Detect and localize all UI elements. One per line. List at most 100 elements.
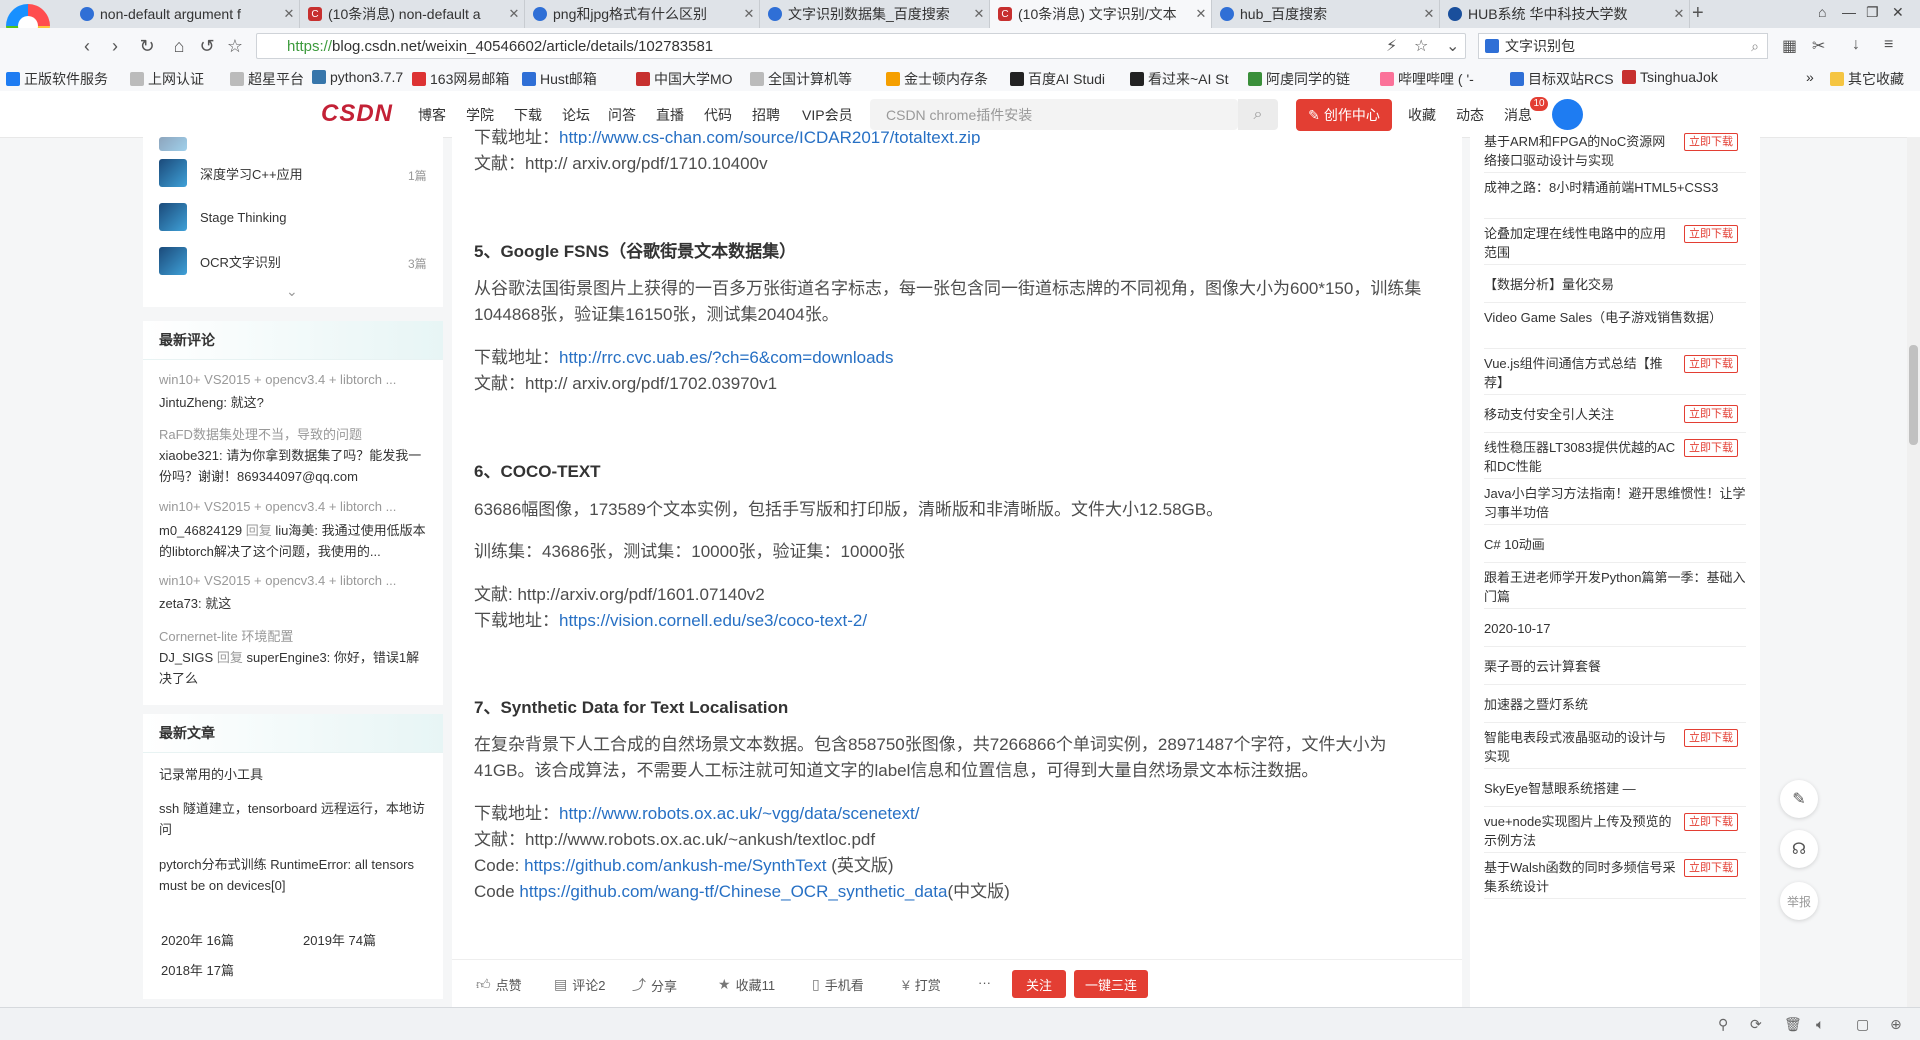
url-bar[interactable]: https://blog.csdn.net/weixin_40546602/ar… — [256, 33, 1466, 59]
close-tab-icon[interactable]: ✕ — [1419, 6, 1439, 22]
star-icon[interactable]: ☆ — [224, 36, 246, 57]
download-now-button[interactable]: 立即下载 — [1684, 813, 1738, 831]
comment-button[interactable]: ▤ 评论2 — [554, 975, 605, 994]
recommend-item[interactable]: C# 10动画 — [1484, 525, 1746, 563]
bookmark-item[interactable]: 其它收藏 — [1830, 69, 1904, 89]
archive-2019[interactable]: 2019年 74篇 — [303, 930, 376, 949]
recommend-item[interactable]: 栗子哥的云计算套餐 — [1484, 647, 1746, 685]
follow-button[interactable]: 关注 — [1012, 970, 1066, 998]
scissors-icon[interactable]: ✂ — [1812, 36, 1825, 56]
recommend-item[interactable]: 智能电表段式液晶驱动的设计与实现 立即下载 — [1484, 723, 1746, 769]
window-icon[interactable]: ▢ — [1856, 1016, 1869, 1033]
bookmark-item[interactable]: 看过来~AI St — [1130, 69, 1229, 89]
comment-article-title[interactable]: win10+ VS2015 + opencv3.4 + libtorch ... — [159, 372, 429, 387]
bookmark-item[interactable]: 163网易邮箱 — [412, 69, 509, 89]
latest-article-link[interactable]: ssh 隧道建立，tensorboard 远程运行，本地访问 — [159, 798, 431, 840]
chevron-down-icon[interactable]: ⌄ — [286, 283, 298, 300]
bookmark-item[interactable]: python3.7.7 — [312, 69, 403, 85]
column-item[interactable]: 深度学习C++应用 — [159, 159, 303, 187]
pin-icon[interactable]: ⚲ — [1718, 1016, 1728, 1033]
home-icon[interactable]: ⌂ — [168, 36, 190, 57]
close-tab-icon[interactable]: ✕ — [969, 6, 989, 22]
volume-icon[interactable]: 🔈︎ — [1816, 1016, 1824, 1033]
download-icon[interactable]: ↓ — [1852, 36, 1860, 54]
like-button[interactable]: 👍︎ 点赞 — [476, 975, 522, 994]
code-link[interactable]: https://github.com/ankush-me/SynthText — [524, 856, 826, 875]
header-nav-link[interactable]: VIP会员 — [802, 105, 853, 125]
close-tab-icon[interactable]: ✕ — [279, 6, 299, 22]
close-window-button[interactable]: ✕ — [1892, 4, 1904, 21]
recommend-item[interactable]: 成神之路：8小时精通前端HTML5+CSS3 — [1484, 173, 1746, 219]
download-now-button[interactable]: 立即下载 — [1684, 729, 1738, 747]
recommend-item[interactable]: SkyEye智慧眼系统搭建 — — [1484, 769, 1746, 807]
download-now-button[interactable]: 立即下载 — [1684, 859, 1738, 877]
latest-article-link[interactable]: 记录常用的小工具 — [159, 764, 431, 785]
recommend-item[interactable]: 加速器之暨灯系统 — [1484, 685, 1746, 723]
mobile-view-button[interactable]: ▯ 手机看 — [812, 975, 864, 994]
pin-icon[interactable]: ⌂ — [1818, 4, 1826, 20]
bookmark-item[interactable]: 超星平台 — [230, 69, 304, 89]
zoom-icon[interactable]: ⊕ — [1890, 1016, 1902, 1033]
bookmarks-overflow-icon[interactable]: » — [1806, 69, 1814, 85]
comment-body[interactable]: JintuZheng: 就这? — [159, 392, 431, 413]
dropdown-icon[interactable]: ⌄ — [1446, 36, 1459, 56]
bookmark-item[interactable]: 全国计算机等 — [750, 69, 852, 89]
column-item[interactable]: OCR文字识别 — [159, 247, 281, 275]
headset-icon[interactable]: ☊ — [1780, 830, 1818, 868]
header-nav-link[interactable]: 下载 — [514, 105, 542, 125]
page-scrollbar[interactable] — [1907, 137, 1920, 1007]
bookmark-item[interactable]: 阿虔同学的链 — [1248, 69, 1350, 89]
recommend-item[interactable]: Vue.js组件间通信方式总结【推荐】 立即下载 — [1484, 349, 1746, 395]
browser-tab[interactable]: non-default argument f ✕ — [72, 0, 300, 28]
browser-search-input[interactable]: 文字识别包 ⌕ — [1478, 33, 1768, 59]
recommend-item[interactable]: 2020-10-17 — [1484, 609, 1746, 647]
browser-tab[interactable]: HUB系统 华中科技大学数 ✕ — [1440, 0, 1690, 28]
bookmark-star-icon[interactable]: ☆ — [1414, 36, 1428, 56]
apps-icon[interactable]: ▦ — [1782, 36, 1797, 56]
recommend-item[interactable]: 【数据分析】量化交易 — [1484, 265, 1746, 303]
bookmark-item[interactable]: 上网认证 — [130, 69, 204, 89]
header-nav-link[interactable]: 博客 — [418, 105, 446, 125]
recommend-item[interactable]: 基于Walsh函数的同时多频信号采集系统设计 立即下载 — [1484, 853, 1746, 899]
header-nav-link[interactable]: 论坛 — [562, 105, 590, 125]
latest-article-link[interactable]: pytorch分布式训练 RuntimeError: all tensors m… — [159, 854, 431, 896]
reward-button[interactable]: ¥ 打赏 — [902, 975, 941, 994]
minimize-button[interactable]: — — [1842, 4, 1856, 20]
reload-icon[interactable]: ↻ — [136, 36, 158, 57]
close-tab-icon[interactable]: ✕ — [1669, 6, 1689, 22]
recommend-item[interactable]: 跟着王进老师学开发Python篇第一季：基础入门篇 — [1484, 563, 1746, 609]
triple-action-button[interactable]: 一键三连 — [1074, 970, 1148, 998]
header-nav-link[interactable]: 代码 — [704, 105, 732, 125]
comment-article-title[interactable]: RaFD数据集处理不当，导致的问题 — [159, 424, 429, 443]
comment-body[interactable]: m0_46824129 回复 liu海美: 我通过使用低版本的libtorch解… — [159, 520, 431, 562]
bookmark-item[interactable]: 目标双站RCS — [1510, 69, 1614, 89]
comment-body[interactable]: zeta73: 就这 — [159, 593, 431, 614]
archive-2018[interactable]: 2018年 17篇 — [161, 960, 234, 979]
comment-article-title[interactable]: Cornernet-lite 环境配置 — [159, 626, 429, 645]
close-tab-icon[interactable]: ✕ — [739, 6, 759, 22]
recommend-item[interactable]: 移动支付安全引人关注 立即下载 — [1484, 395, 1746, 433]
download-now-button[interactable]: 立即下载 — [1684, 439, 1738, 457]
browser-tab[interactable]: png和jpg格式有什么区别 ✕ — [525, 0, 760, 28]
download-now-button[interactable]: 立即下载 — [1684, 225, 1738, 243]
download-now-button[interactable]: 立即下载 — [1684, 355, 1738, 373]
code-link[interactable]: https://github.com/wang-tf/Chinese_OCR_s… — [519, 882, 947, 901]
avatar[interactable] — [1552, 99, 1583, 130]
header-nav-link[interactable]: 直播 — [656, 105, 684, 125]
column-item-partial[interactable] — [159, 137, 200, 151]
bookmark-item[interactable]: Hust邮箱 — [522, 69, 597, 89]
download-link[interactable]: http://rrc.cvc.uab.es/?ch=6&com=download… — [559, 348, 894, 367]
recommend-item[interactable]: Java小白学习方法指南！避开思维惯性！让学习事半功倍 — [1484, 479, 1746, 525]
header-nav-link[interactable]: 问答 — [608, 105, 636, 125]
bookmark-item[interactable]: 正版软件服务 — [6, 69, 108, 89]
csdn-logo[interactable]: CSDN — [321, 100, 393, 128]
bookmark-item[interactable]: 百度AI Studi — [1010, 69, 1105, 89]
header-nav-link[interactable]: 学院 — [466, 105, 494, 125]
bookmark-item[interactable]: TsinghuaJok — [1622, 69, 1718, 85]
collect-button[interactable]: ★ 收藏11 — [718, 975, 775, 994]
download-link[interactable]: http://www.cs-chan.com/source/ICDAR2017/… — [559, 128, 980, 145]
menu-icon[interactable]: ≡ — [1884, 36, 1893, 54]
browser-tab[interactable]: hub_百度搜索 ✕ — [1212, 0, 1440, 28]
comment-body[interactable]: xiaobe321: 请为你拿到数据集了吗？能发我一份吗？谢谢！86934409… — [159, 445, 431, 487]
column-item[interactable]: Stage Thinking — [159, 203, 287, 231]
